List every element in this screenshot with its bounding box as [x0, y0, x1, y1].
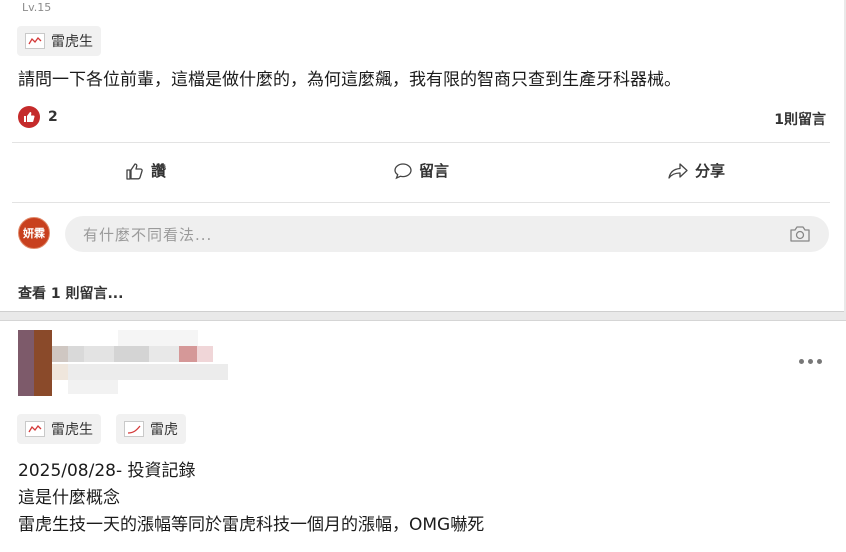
like-count: 2	[48, 109, 58, 125]
avatar: 妍霖	[18, 217, 50, 249]
trend-chart-icon	[25, 33, 45, 49]
comment-input[interactable]: 有什麼不同看法...	[65, 216, 829, 252]
thumbs-up-outline-icon	[126, 162, 143, 180]
stock-tag-label: 雷虎	[150, 422, 178, 438]
share-arrow-icon	[668, 162, 688, 179]
like-button[interactable]: 讚	[125, 160, 166, 181]
like-button-label: 讚	[151, 162, 167, 180]
post-text-line: 這是什麼概念	[18, 488, 120, 508]
thumbs-up-icon	[18, 106, 40, 128]
comment-input-placeholder: 有什麼不同看法...	[83, 225, 213, 244]
stock-tag-label: 雷虎生	[51, 422, 93, 438]
trend-chart-icon	[25, 421, 45, 437]
post-text: 請問一下各位前輩，這檔是做什麼的，為何這麼飆，我有限的智商只查到生產牙科器械。	[18, 70, 681, 90]
comment-button-label: 留言	[419, 162, 450, 180]
stock-tag-label: 雷虎生	[51, 34, 93, 50]
camera-icon[interactable]	[789, 225, 811, 243]
stock-tag[interactable]: 雷虎	[116, 414, 186, 444]
post-text-line: 雷虎生技一天的漲幅等同於雷虎科技一個月的漲幅，OMG嚇死	[18, 515, 485, 535]
comment-button[interactable]: 留言	[393, 160, 449, 181]
user-level: Lv.15	[22, 1, 52, 14]
stock-tag[interactable]: 雷虎生	[17, 26, 101, 56]
view-comments-link[interactable]: 查看 1 則留言...	[18, 283, 123, 303]
post-card: Lv.15 雷虎生 請問一下各位前輩，這檔是做什麼的，為何這麼飆，我有限的智商只…	[0, 0, 844, 312]
share-button[interactable]: 分享	[667, 160, 725, 181]
comment-count[interactable]: 1則留言	[774, 109, 826, 129]
blurred-author-info	[18, 330, 243, 396]
post-text-line: 2025/08/28- 投資記錄	[18, 461, 196, 481]
divider	[12, 202, 830, 203]
more-options-icon[interactable]	[799, 359, 822, 364]
stock-tag[interactable]: 雷虎生	[17, 414, 101, 444]
divider	[12, 142, 830, 143]
trend-line-icon	[124, 421, 144, 437]
share-button-label: 分享	[695, 162, 726, 180]
speech-bubble-icon	[394, 162, 412, 179]
reaction-summary[interactable]: 2	[18, 106, 58, 128]
